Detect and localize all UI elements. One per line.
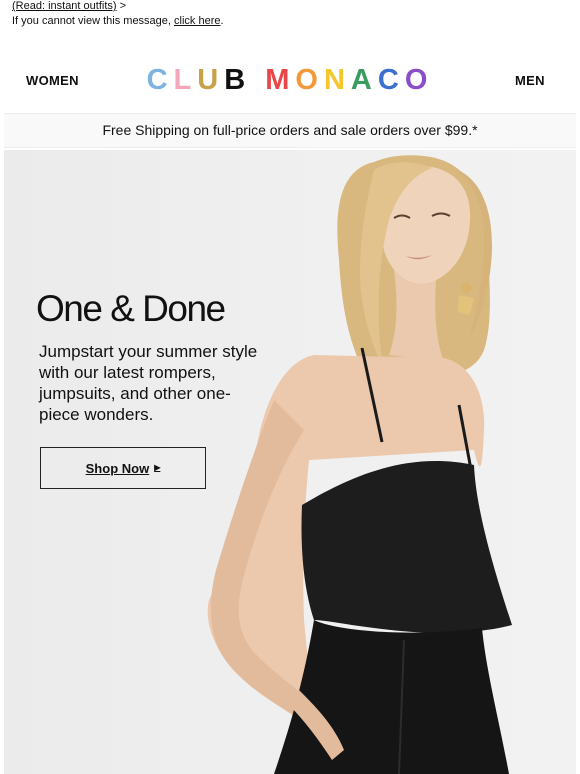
view-message-period: .: [220, 15, 224, 27]
view-message-text: If you cannot view this message,: [12, 15, 175, 27]
hero-banner[interactable]: One & Done Jumpstart your summer style w…: [4, 150, 576, 774]
hero-headline: One & Done: [36, 288, 226, 329]
logo-letter: C: [378, 64, 405, 96]
click-here-link[interactable]: click here: [174, 15, 220, 27]
email-page: (Read: instant outfits) > If you cannot …: [0, 0, 580, 774]
logo-letter: C: [147, 64, 174, 96]
logo-letter: O: [295, 64, 324, 96]
nav-women-link[interactable]: WOMEN: [26, 73, 79, 88]
logo-letters: CLUB MONACO: [147, 64, 434, 96]
club-monaco-logo[interactable]: CLUB MONACO: [120, 60, 460, 96]
preheader-line-1: (Read: instant outfits) >: [12, 0, 126, 13]
model-earring-top: [461, 283, 471, 293]
shop-now-label: Shop Now: [85, 460, 150, 476]
logo-letter: O: [405, 64, 434, 96]
logo-letter: B: [224, 64, 251, 96]
logo-letter: L: [174, 64, 198, 96]
hero-body-copy: Jumpstart your summer style with our lat…: [39, 342, 258, 424]
model-top: [301, 460, 512, 633]
nav-men-link[interactable]: MEN: [515, 73, 545, 88]
shipping-text: Free Shipping on full-price orders and s…: [102, 122, 478, 138]
logo-letter: M: [265, 64, 295, 96]
logo-wordmark: CLUB MONACO: [147, 64, 434, 96]
logo-letter: N: [324, 64, 351, 96]
preheader-arrow: >: [116, 0, 127, 12]
caret-right-icon: ▶: [154, 463, 161, 472]
logo-letter: [251, 64, 265, 96]
logo-letter: A: [351, 64, 378, 96]
shipping-banner[interactable]: Free Shipping on full-price orders and s…: [4, 113, 576, 148]
model-jumpsuit-bottom: [274, 620, 509, 774]
shop-now-button[interactable]: Shop Now ▶: [40, 447, 206, 489]
preheader-link[interactable]: (Read: instant outfits): [12, 0, 117, 12]
preheader-line-2: If you cannot view this message, click h…: [12, 14, 224, 28]
logo-letter: U: [197, 64, 224, 96]
